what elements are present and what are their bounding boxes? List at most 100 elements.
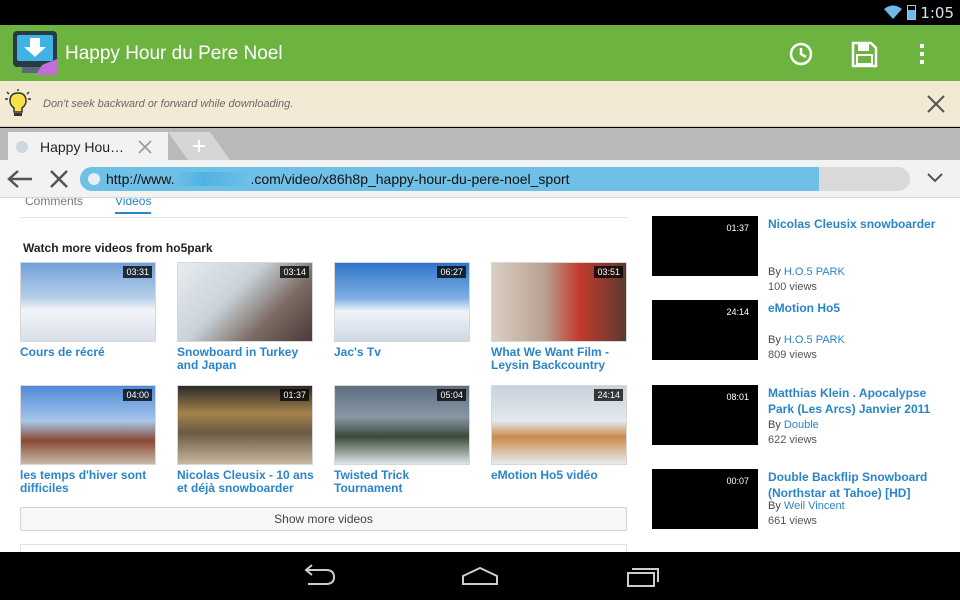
video-title[interactable]: eMotion Ho5: [768, 300, 938, 316]
video-thumbnail[interactable]: 03:51: [491, 262, 627, 342]
video-duration: 08:01: [726, 392, 749, 402]
new-tab-button[interactable]: [168, 132, 230, 160]
status-bar: 1:05: [0, 0, 960, 25]
close-icon[interactable]: [924, 92, 948, 116]
video-duration: 01:37: [726, 223, 749, 233]
globe-icon: [88, 173, 100, 185]
nav-recents-icon[interactable]: [622, 564, 662, 588]
view-count: 661 views: [768, 515, 817, 527]
video-title[interactable]: Matthias Klein . Apocalypse Park (Les Ar…: [768, 385, 938, 417]
battery-icon: [907, 5, 916, 20]
video-title[interactable]: Twisted Trick Tournament: [334, 469, 472, 495]
video-duration: 06:27: [437, 266, 466, 278]
video-card[interactable]: 05:04 Twisted Trick Tournament: [334, 385, 472, 495]
channel-link[interactable]: Double: [784, 419, 819, 431]
related-video[interactable]: 08:01 Matthias Klein . Apocalypse Park (…: [652, 385, 942, 449]
tab-videos[interactable]: Videos: [115, 198, 152, 214]
video-thumbnail[interactable]: 08:01: [652, 385, 758, 445]
video-title[interactable]: Jac's Tv: [334, 346, 472, 359]
tab-label: Happy Hou…: [40, 139, 125, 155]
download-notice: Don't seek backward or forward while dow…: [0, 81, 960, 127]
video-uploader: By Weil Vincent: [768, 500, 845, 512]
show-more-videos-button[interactable]: Show more videos: [20, 507, 627, 531]
related-video[interactable]: 01:37 Nicolas Cleusix snowboarder By H.O…: [652, 216, 942, 293]
globe-icon: [16, 141, 28, 153]
video-duration: 00:07: [726, 476, 749, 486]
video-thumbnail[interactable]: 04:00: [20, 385, 156, 465]
view-count: 809 views: [768, 349, 817, 361]
video-duration: 03:51: [594, 266, 623, 278]
video-thumbnail[interactable]: 01:37: [177, 385, 313, 465]
video-thumbnail[interactable]: 06:27: [334, 262, 470, 342]
chevron-down-icon[interactable]: [926, 172, 944, 184]
video-title[interactable]: Cours de récré: [20, 346, 158, 359]
stop-icon[interactable]: [48, 168, 70, 190]
video-duration: 01:37: [280, 389, 309, 401]
video-title[interactable]: Snowboard in Turkey and Japan: [177, 346, 315, 372]
url-suffix: .com/video/x86h8p_happy-hour-du-pere-noe…: [250, 171, 570, 187]
video-uploader: By Double: [768, 419, 819, 431]
video-card[interactable]: 03:31 Cours de récré: [20, 262, 158, 359]
video-card[interactable]: 24:14 eMotion Ho5 vidéo: [491, 385, 629, 482]
video-title[interactable]: Nicolas Cleusix - 10 ans et déjà snowboa…: [177, 469, 315, 495]
video-uploader: By H.O.5 PARK: [768, 334, 845, 346]
browser-tab[interactable]: Happy Hou…: [8, 132, 168, 160]
channel-link[interactable]: Weil Vincent: [784, 500, 845, 512]
channel-link[interactable]: H.O.5 PARK: [784, 266, 845, 278]
tab-comments[interactable]: Comments: [25, 198, 83, 208]
video-title[interactable]: Double Backflip Snowboard (Northstar at …: [768, 469, 938, 501]
video-duration: 03:14: [280, 266, 309, 278]
clock-icon[interactable]: [786, 39, 816, 69]
video-uploader: By H.O.5 PARK: [768, 266, 845, 278]
video-duration: 05:04: [437, 389, 466, 401]
video-thumbnail[interactable]: 03:31: [20, 262, 156, 342]
by-label: By: [768, 266, 781, 278]
channel-link[interactable]: H.O.5 PARK: [784, 334, 845, 346]
video-duration: 24:14: [726, 307, 749, 317]
url-prefix: http://www.: [106, 171, 175, 187]
video-thumbnail[interactable]: 01:37: [652, 216, 758, 276]
video-thumbnail[interactable]: 24:14: [652, 300, 758, 360]
video-thumbnail[interactable]: 03:14: [177, 262, 313, 342]
by-label: By: [768, 334, 781, 346]
video-title[interactable]: What We Want Film - Leysin Backcountry: [491, 346, 629, 372]
video-title[interactable]: les temps d'hiver sont difficiles: [20, 469, 158, 495]
video-duration: 03:31: [123, 266, 152, 278]
section-heading: Watch more videos from ho5park: [23, 241, 213, 255]
video-duration: 04:00: [123, 389, 152, 401]
overflow-menu-icon[interactable]: [914, 39, 930, 69]
lightbulb-icon: [5, 89, 31, 116]
related-video[interactable]: 00:07 Double Backflip Snowboard (Northst…: [652, 469, 942, 533]
video-card[interactable]: 03:14 Snowboard in Turkey and Japan: [177, 262, 315, 372]
video-card[interactable]: 04:00 les temps d'hiver sont difficiles: [20, 385, 158, 495]
video-thumbnail[interactable]: 24:14: [491, 385, 627, 465]
app-title: Happy Hour du Pere Noel: [65, 43, 283, 64]
video-thumbnail[interactable]: 00:07: [652, 469, 758, 529]
video-card[interactable]: 03:51 What We Want Film - Leysin Backcou…: [491, 262, 629, 372]
download-tv-icon: [13, 31, 57, 75]
url-text[interactable]: http://www. .com/video/x86h8p_happy-hour-…: [106, 171, 570, 187]
video-title[interactable]: eMotion Ho5 vidéo: [491, 469, 629, 482]
video-thumbnail[interactable]: 05:04: [334, 385, 470, 465]
back-arrow-icon[interactable]: [6, 168, 34, 190]
floppy-disk-icon[interactable]: [849, 39, 879, 69]
status-time: 1:05: [920, 4, 954, 22]
by-label: By: [768, 500, 781, 512]
tab-close-icon[interactable]: [138, 140, 152, 154]
nav-home-icon[interactable]: [460, 564, 500, 588]
tab-bar: Happy Hou…: [0, 128, 960, 160]
wifi-icon: [884, 5, 902, 19]
related-video[interactable]: 24:14 eMotion Ho5 By H.O.5 PARK 809 view…: [652, 300, 942, 364]
video-title[interactable]: Nicolas Cleusix snowboarder: [768, 216, 938, 232]
nav-back-icon[interactable]: [298, 564, 338, 588]
video-card[interactable]: 06:27 Jac's Tv: [334, 262, 472, 359]
video-card[interactable]: 01:37 Nicolas Cleusix - 10 ans et déjà s…: [177, 385, 315, 495]
by-label: By: [768, 419, 781, 431]
system-nav-bar: [0, 552, 960, 600]
content-subtabs: Comments Videos: [20, 198, 627, 218]
url-bar: http://www. .com/video/x86h8p_happy-hour-…: [0, 160, 960, 198]
url-field[interactable]: http://www. .com/video/x86h8p_happy-hour-…: [80, 167, 910, 191]
url-redacted: [174, 172, 251, 186]
view-count: 622 views: [768, 434, 817, 446]
page-footer: [20, 544, 627, 552]
